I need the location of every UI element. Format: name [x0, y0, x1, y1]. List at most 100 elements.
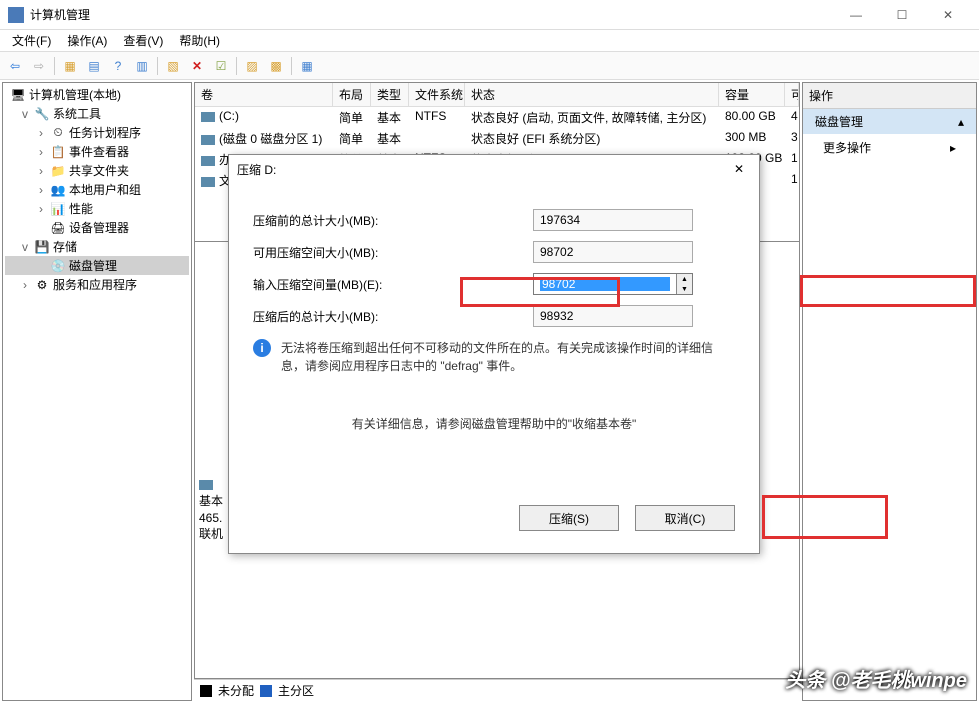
- after-size-label: 压缩后的总计大小(MB):: [253, 308, 533, 325]
- col-status[interactable]: 状态: [465, 83, 719, 106]
- tree-storage[interactable]: v💾存储: [5, 237, 189, 256]
- available-size-label: 可用压缩空间大小(MB):: [253, 244, 533, 261]
- info-text-1: 无法将卷压缩到超出任何不可移动的文件所在的点。有关完成该操作时间的详细信息，请参…: [281, 339, 735, 375]
- col-volume[interactable]: 卷: [195, 83, 333, 106]
- tree-label: 设备管理器: [69, 219, 129, 236]
- actions-more[interactable]: 更多操作▸: [803, 134, 976, 161]
- tools-icon: 🔧: [34, 106, 50, 122]
- shrink-button[interactable]: 压缩(S): [519, 505, 619, 531]
- delete-icon: ✕: [192, 59, 202, 73]
- tree-disk-management[interactable]: 💿磁盘管理: [5, 256, 189, 275]
- tb-btn-2[interactable]: ▤: [83, 55, 105, 77]
- available-size-value: 98702: [533, 241, 693, 263]
- minimize-button[interactable]: —: [833, 0, 879, 30]
- col-layout[interactable]: 布局: [333, 83, 371, 106]
- tb-btn-8[interactable]: ▨: [241, 55, 263, 77]
- tree-shared-folders[interactable]: ›📁共享文件夹: [5, 161, 189, 180]
- tree-local-users[interactable]: ›👥本地用户和组: [5, 180, 189, 199]
- actions-section[interactable]: 磁盘管理 ▴: [803, 109, 976, 134]
- legend-primary-icon: [260, 685, 272, 697]
- col-type[interactable]: 类型: [371, 83, 409, 106]
- before-size-value: 197634: [533, 209, 693, 231]
- back-button[interactable]: ⇦: [4, 55, 26, 77]
- volume-row[interactable]: (C:)简单基本NTFS状态良好 (启动, 页面文件, 故障转储, 主分区)80…: [195, 107, 799, 128]
- legend-unallocated-label: 未分配: [218, 682, 254, 699]
- tree-performance[interactable]: ›📊性能: [5, 199, 189, 218]
- tree-system-tools[interactable]: v🔧系统工具: [5, 104, 189, 123]
- tree-device-manager[interactable]: 🖨设备管理器: [5, 218, 189, 237]
- tb-btn-9[interactable]: ▩: [265, 55, 287, 77]
- cancel-button[interactable]: 取消(C): [635, 505, 735, 531]
- tree-label: 计算机管理(本地): [29, 86, 121, 103]
- tree-label: 服务和应用程序: [53, 276, 137, 293]
- volume-header: 卷 布局 类型 文件系统 状态 容量 可: [195, 83, 799, 107]
- users-icon: 👥: [50, 182, 66, 198]
- menu-bar: 文件(F) 操作(A) 查看(V) 帮助(H): [0, 30, 979, 52]
- actions-header: 操作: [803, 83, 976, 109]
- expand-icon[interactable]: ›: [35, 183, 47, 197]
- expand-icon[interactable]: ›: [35, 164, 47, 178]
- actions-more-label: 更多操作: [823, 139, 871, 156]
- tree-label: 事件查看器: [69, 143, 129, 160]
- menu-action[interactable]: 操作(A): [59, 30, 115, 51]
- expand-icon[interactable]: ›: [35, 145, 47, 159]
- col-capacity[interactable]: 容量: [719, 83, 785, 106]
- event-icon: 📋: [50, 144, 66, 160]
- tb-btn-4[interactable]: ▥: [131, 55, 153, 77]
- tree-label: 存储: [53, 238, 77, 255]
- shrink-amount-input-wrapper: ▲ ▼: [533, 273, 693, 295]
- forward-button[interactable]: ⇨: [28, 55, 50, 77]
- perf-icon: 📊: [50, 201, 66, 217]
- collapse-icon[interactable]: v: [19, 107, 31, 121]
- navigation-tree: 🖥计算机管理(本地) v🔧系统工具 ›⏲任务计划程序 ›📋事件查看器 ›📁共享文…: [2, 82, 192, 701]
- tree-root[interactable]: 🖥计算机管理(本地): [5, 85, 189, 104]
- tb-btn-5[interactable]: ▧: [162, 55, 184, 77]
- shrink-dialog: 压缩 D: ✕ 压缩前的总计大小(MB): 197634 可用压缩空间大小(MB…: [228, 154, 760, 554]
- menu-file[interactable]: 文件(F): [4, 30, 59, 51]
- disk-status-label: 联机: [199, 526, 223, 543]
- info-icon: i: [253, 339, 271, 357]
- arrow-right-icon: ⇨: [34, 59, 44, 73]
- spinner-down[interactable]: ▼: [676, 284, 692, 294]
- arrow-left-icon: ⇦: [10, 59, 20, 73]
- computer-icon: 🖥: [10, 87, 26, 103]
- after-size-value: 98932: [533, 305, 693, 327]
- actions-section-label: 磁盘管理: [815, 113, 863, 130]
- tree-label: 任务计划程序: [69, 124, 141, 141]
- legend-primary-label: 主分区: [278, 682, 314, 699]
- volume-row[interactable]: (磁盘 0 磁盘分区 1)简单基本状态良好 (EFI 系统分区)300 MB3: [195, 128, 799, 149]
- window-title: 计算机管理: [30, 6, 833, 23]
- disk-size-label: 465.: [199, 510, 223, 527]
- tree-event-viewer[interactable]: ›📋事件查看器: [5, 142, 189, 161]
- maximize-button[interactable]: ☐: [879, 0, 925, 30]
- col-extra[interactable]: 可: [785, 83, 799, 106]
- expand-icon[interactable]: ›: [35, 126, 47, 140]
- tree-task-scheduler[interactable]: ›⏲任务计划程序: [5, 123, 189, 142]
- col-fs[interactable]: 文件系统: [409, 83, 465, 106]
- folder-icon: 📁: [50, 163, 66, 179]
- toolbar: ⇦ ⇨ ▦ ▤ ? ▥ ▧ ✕ ☑ ▨ ▩ ▦: [0, 52, 979, 80]
- menu-help[interactable]: 帮助(H): [171, 30, 228, 51]
- close-icon: ✕: [734, 162, 744, 176]
- disk-info: 基本 465. 联机: [199, 476, 223, 536]
- menu-view[interactable]: 查看(V): [115, 30, 171, 51]
- tree-label: 磁盘管理: [69, 257, 117, 274]
- dialog-close-button[interactable]: ✕: [727, 157, 751, 181]
- tree-label: 本地用户和组: [69, 181, 141, 198]
- spinner: ▲ ▼: [676, 274, 692, 294]
- delete-button[interactable]: ✕: [186, 55, 208, 77]
- info-text-2: 有关详细信息，请参阅磁盘管理帮助中的"收缩基本卷": [352, 415, 637, 433]
- tb-btn-1[interactable]: ▦: [59, 55, 81, 77]
- tb-btn-10[interactable]: ▦: [296, 55, 318, 77]
- collapse-icon[interactable]: v: [19, 240, 31, 254]
- expand-icon[interactable]: ›: [35, 202, 47, 216]
- shrink-amount-input[interactable]: [540, 277, 670, 291]
- tree-services[interactable]: ›⚙服务和应用程序: [5, 275, 189, 294]
- expand-icon[interactable]: ›: [19, 278, 31, 292]
- tb-btn-7[interactable]: ☑: [210, 55, 232, 77]
- tb-btn-3[interactable]: ?: [107, 55, 129, 77]
- caret-up-icon: ▴: [958, 115, 964, 129]
- storage-icon: 💾: [34, 239, 50, 255]
- spinner-up[interactable]: ▲: [676, 274, 692, 284]
- close-button[interactable]: ✕: [925, 0, 971, 30]
